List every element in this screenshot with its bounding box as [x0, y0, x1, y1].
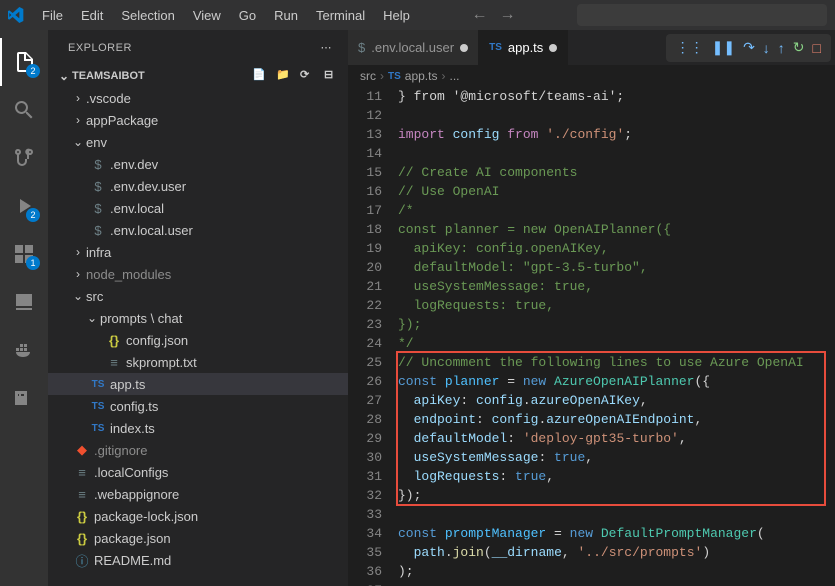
breadcrumb[interactable]: src› TS app.ts› ...	[348, 65, 835, 87]
debug-drag-icon[interactable]: ⋮⋮	[676, 39, 704, 56]
menu-terminal[interactable]: Terminal	[308, 4, 373, 27]
modified-dot-icon	[460, 44, 468, 52]
env-icon: $	[88, 223, 108, 238]
git-icon: ◆	[72, 442, 92, 458]
env-icon: $	[88, 201, 108, 216]
folder-appPackage[interactable]: ›appPackage	[48, 109, 348, 131]
nav-back-icon[interactable]: ←	[471, 6, 487, 24]
remote-icon	[12, 290, 36, 314]
tab-app-ts[interactable]: TS app.ts	[479, 30, 568, 65]
titlebar: File Edit Selection View Go Run Terminal…	[0, 0, 835, 30]
file-webappignore[interactable]: ≡.webappignore	[48, 483, 348, 505]
run-badge: 2	[26, 208, 40, 222]
env-icon: $	[88, 179, 108, 194]
activity-docker[interactable]	[0, 326, 48, 374]
project-name: TEAMSAIBOT	[72, 70, 145, 82]
new-file-icon[interactable]: 📄	[252, 68, 268, 84]
file-config-ts[interactable]: TSconfig.ts	[48, 395, 348, 417]
activity-run-debug[interactable]: 2	[0, 182, 48, 230]
activity-remote[interactable]	[0, 278, 48, 326]
file-gitignore[interactable]: ◆.gitignore	[48, 439, 348, 461]
file-env-local[interactable]: $.env.local	[48, 197, 348, 219]
folder-vscode[interactable]: ›.vscode	[48, 87, 348, 109]
new-folder-icon[interactable]: 📁	[276, 68, 292, 84]
project-header[interactable]: ⌄ TEAMSAIBOT 📄 📁 ⟳ ⊟	[48, 65, 348, 87]
debug-stop-icon[interactable]: □	[813, 40, 821, 56]
sidebar-more-icon[interactable]: ⋯	[321, 41, 333, 54]
menu-view[interactable]: View	[185, 4, 229, 27]
docker-icon	[12, 338, 36, 362]
explorer-badge: 2	[26, 64, 40, 78]
text-icon: ≡	[72, 465, 92, 480]
ts-icon: TS	[88, 423, 108, 434]
sidebar-title: EXPLORER	[68, 42, 132, 54]
file-config-json[interactable]: {}config.json	[48, 329, 348, 351]
ts-icon: TS	[88, 379, 108, 390]
info-icon: ⓘ	[72, 551, 92, 570]
activity-extensions[interactable]: 1	[0, 230, 48, 278]
collapse-icon[interactable]: ⊟	[324, 68, 340, 84]
json-icon: {}	[72, 509, 92, 524]
debug-step-into-icon[interactable]: ↓	[763, 40, 770, 56]
code-editor[interactable]: 1112131415161718192021222324252627282930…	[348, 87, 835, 586]
folder-infra[interactable]: ›infra	[48, 241, 348, 263]
refresh-icon[interactable]: ⟳	[300, 68, 316, 84]
ext-badge: 1	[26, 256, 40, 270]
modified-dot-icon	[549, 44, 557, 52]
env-icon: $	[358, 40, 365, 55]
activity-teams[interactable]	[0, 374, 48, 422]
ts-icon: TS	[388, 71, 401, 82]
folder-src[interactable]: ⌄src	[48, 285, 348, 307]
tab-env-local-user[interactable]: $ .env.local.user	[348, 30, 479, 65]
vscode-logo-icon	[8, 7, 24, 23]
debug-pause-icon[interactable]: ❚❚	[712, 39, 735, 56]
sidebar: EXPLORER ⋯ ⌄ TEAMSAIBOT 📄 📁 ⟳ ⊟ ›.vscode…	[48, 30, 348, 586]
ts-icon: TS	[88, 401, 108, 412]
file-package-json[interactable]: {}package.json	[48, 527, 348, 549]
text-icon: ≡	[72, 487, 92, 502]
menu-selection[interactable]: Selection	[113, 4, 182, 27]
activity-bar: 2 2 1	[0, 30, 48, 586]
nav-forward-icon[interactable]: →	[499, 6, 515, 24]
file-readme[interactable]: ⓘREADME.md	[48, 549, 348, 571]
activity-explorer[interactable]: 2	[0, 38, 48, 86]
env-icon: $	[88, 157, 108, 172]
file-skprompt[interactable]: ≡skprompt.txt	[48, 351, 348, 373]
folder-env[interactable]: ⌄env	[48, 131, 348, 153]
menu-edit[interactable]: Edit	[73, 4, 111, 27]
file-pkg-lock[interactable]: {}package-lock.json	[48, 505, 348, 527]
folder-prompts-chat[interactable]: ⌄prompts \ chat	[48, 307, 348, 329]
file-env-local-user[interactable]: $.env.local.user	[48, 219, 348, 241]
file-index-ts[interactable]: TSindex.ts	[48, 417, 348, 439]
debug-step-out-icon[interactable]: ↑	[778, 40, 785, 56]
search-icon	[12, 98, 36, 122]
menu-go[interactable]: Go	[231, 4, 264, 27]
file-env-dev[interactable]: $.env.dev	[48, 153, 348, 175]
file-env-dev-user[interactable]: $.env.dev.user	[48, 175, 348, 197]
menu-help[interactable]: Help	[375, 4, 418, 27]
activity-search[interactable]	[0, 86, 48, 134]
json-icon: {}	[72, 531, 92, 546]
gutter: 1112131415161718192021222324252627282930…	[348, 87, 398, 586]
file-localconfigs[interactable]: ≡.localConfigs	[48, 461, 348, 483]
folder-node-modules[interactable]: ›node_modules	[48, 263, 348, 285]
debug-step-over-icon[interactable]: ↷	[743, 39, 755, 56]
teams-icon	[12, 386, 36, 410]
json-icon: {}	[104, 333, 124, 348]
source-control-icon	[12, 146, 36, 170]
menu-file[interactable]: File	[34, 4, 71, 27]
debug-restart-icon[interactable]: ↻	[793, 39, 805, 56]
text-icon: ≡	[104, 355, 124, 370]
file-app-ts[interactable]: TSapp.ts	[48, 373, 348, 395]
menu-run[interactable]: Run	[266, 4, 306, 27]
tab-bar: $ .env.local.user TS app.ts ⋮⋮ ❚❚ ↷ ↓ ↑ …	[348, 30, 835, 65]
ts-icon: TS	[489, 42, 502, 53]
activity-source-control[interactable]	[0, 134, 48, 182]
debug-toolbar: ⋮⋮ ❚❚ ↷ ↓ ↑ ↻ □	[666, 34, 831, 62]
command-center[interactable]	[577, 4, 827, 26]
